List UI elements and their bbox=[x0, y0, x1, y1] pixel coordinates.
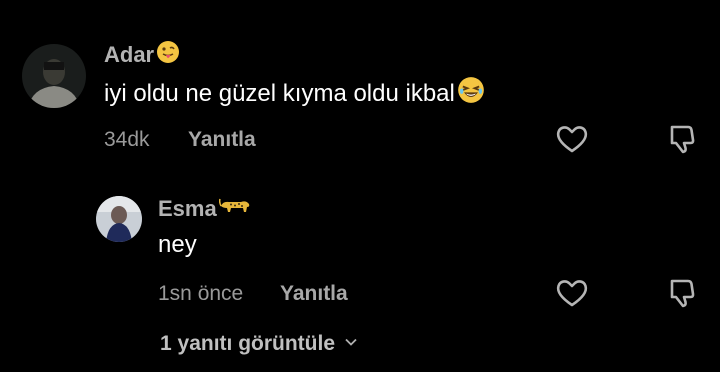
reply-dislike-thumb-down-icon[interactable] bbox=[664, 275, 700, 311]
chevron-down-icon bbox=[343, 332, 359, 356]
tongue-out-emoji-icon bbox=[156, 40, 180, 70]
comment-timestamp: 34dk bbox=[104, 128, 150, 151]
view-replies-button[interactable]: 1 yanıtı görüntüle bbox=[160, 332, 359, 356]
commenter-username-text[interactable]: Adar bbox=[104, 42, 154, 68]
commenter-avatar[interactable] bbox=[22, 44, 86, 108]
comment-dislike-thumb-down-icon[interactable] bbox=[664, 121, 700, 157]
commenter-username[interactable]: Adar bbox=[104, 40, 180, 70]
comment-reply-button[interactable]: Yanıtla bbox=[188, 128, 256, 152]
laughing-emoji-icon bbox=[457, 76, 485, 111]
reply-username-text[interactable]: Esma bbox=[158, 196, 217, 222]
comment-like-heart-icon[interactable] bbox=[554, 121, 590, 157]
reply-avatar[interactable] bbox=[96, 196, 142, 242]
reply-like-heart-icon[interactable] bbox=[554, 275, 590, 311]
comment-text: iyi oldu ne güzel kıyma oldu ikbal bbox=[104, 76, 485, 111]
leopard-emoji-icon bbox=[218, 196, 251, 222]
reply-username[interactable]: Esma bbox=[158, 196, 251, 222]
comment-text-body: iyi oldu ne güzel kıyma oldu ikbal bbox=[104, 79, 455, 107]
reply-text: ney bbox=[158, 231, 197, 258]
reply-timestamp: 1sn önce bbox=[158, 282, 244, 305]
reply-reply-button[interactable]: Yanıtla bbox=[280, 282, 348, 306]
view-replies-label[interactable]: 1 yanıtı görüntüle bbox=[160, 332, 335, 356]
